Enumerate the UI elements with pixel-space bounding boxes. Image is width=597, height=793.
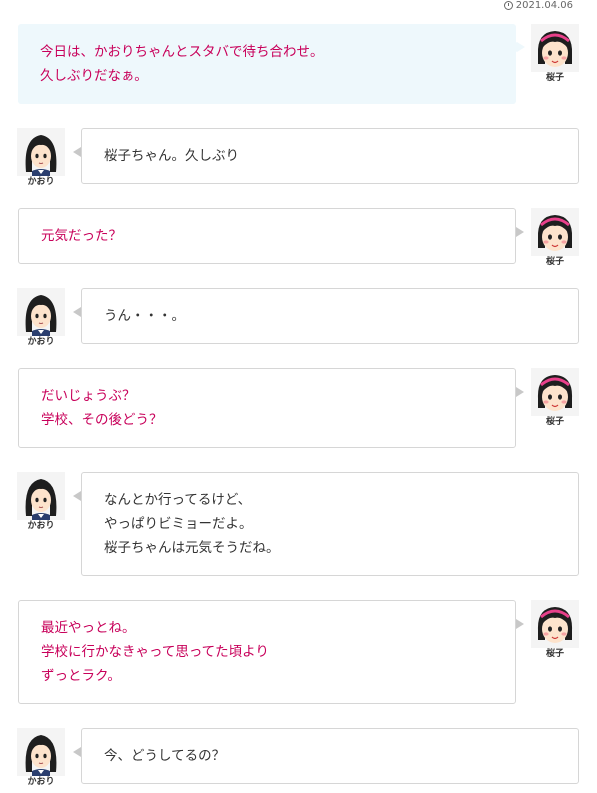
- speech-bubble: 最近やっとね。 学校に行かなきゃって思ってた頃より ずっとラク。: [18, 600, 524, 704]
- avatar-sakurako: 桜子: [531, 368, 579, 428]
- clock-icon: [503, 1, 513, 10]
- girl-long-black-hair-icon: [17, 128, 65, 176]
- message-line: 元気だった？: [41, 228, 122, 244]
- message-line: 学校、その後どう？: [41, 412, 163, 428]
- avatar-name: 桜子: [545, 649, 564, 659]
- avatar-kaori: かおり: [17, 728, 65, 788]
- message-line: ずっとラク。: [41, 668, 121, 684]
- speech-bubble: 元気だった？: [18, 208, 524, 264]
- girl-long-black-hair-icon: [17, 472, 65, 520]
- avatar-name: かおり: [27, 177, 55, 187]
- message-line: 最近やっとね。: [41, 620, 136, 636]
- avatar-sakurako: 桜子: [531, 600, 579, 660]
- message-line: なんとか行ってるけど、: [104, 492, 252, 508]
- avatar-sakurako: 桜子: [531, 208, 579, 268]
- avatar-name: 桜子: [545, 417, 564, 427]
- avatar-sakurako: 桜子: [531, 24, 579, 84]
- girl-pink-headband-icon: [531, 600, 579, 648]
- speech-bubble: 今、どうしてるの？: [73, 728, 579, 784]
- speech-bubble: なんとか行ってるけど、 やっぱりビミョーだよ。 桜子ちゃんは元気そうだね。: [73, 472, 579, 576]
- message-line: 桜子ちゃん。久しぶり: [104, 148, 239, 164]
- girl-long-black-hair-icon: [17, 728, 65, 776]
- speech-bubble: 桜子ちゃん。久しぶり: [73, 128, 579, 184]
- avatar-name: かおり: [27, 777, 55, 787]
- girl-pink-headband-icon: [531, 208, 579, 256]
- post-date-text: 2021.04.06: [515, 0, 573, 11]
- girl-long-black-hair-icon: [17, 288, 65, 336]
- message-line: 久しぶりだなぁ。: [40, 68, 148, 84]
- avatar-kaori: かおり: [17, 472, 65, 532]
- message-line: 今日は、かおりちゃんとスタバで待ち合わせ。: [40, 44, 324, 60]
- post-date: 2021.04.06: [503, 0, 573, 11]
- message-line: うん・・・。: [104, 308, 185, 324]
- girl-pink-headband-icon: [531, 24, 579, 72]
- message-line: 今、どうしてるの？: [104, 748, 226, 764]
- message-line: だいじょうぶ？: [41, 388, 136, 404]
- avatar-kaori: かおり: [17, 128, 65, 188]
- speech-bubble: うん・・・。: [73, 288, 579, 344]
- avatar-name: 桜子: [545, 73, 564, 83]
- avatar-name: かおり: [27, 521, 55, 531]
- avatar-kaori: かおり: [17, 288, 65, 348]
- girl-pink-headband-icon: [531, 368, 579, 416]
- speech-bubble: 今日は、かおりちゃんとスタバで待ち合わせ。 久しぶりだなぁ。: [18, 24, 525, 104]
- avatar-name: 桜子: [545, 257, 564, 267]
- avatar-name: かおり: [27, 337, 55, 347]
- message-line: 学校に行かなきゃって思ってた頃より: [41, 644, 269, 660]
- message-line: やっぱりビミョーだよ。: [104, 516, 253, 532]
- speech-bubble: だいじょうぶ？ 学校、その後どう？: [18, 368, 524, 448]
- message-line: 桜子ちゃんは元気そうだね。: [104, 540, 280, 556]
